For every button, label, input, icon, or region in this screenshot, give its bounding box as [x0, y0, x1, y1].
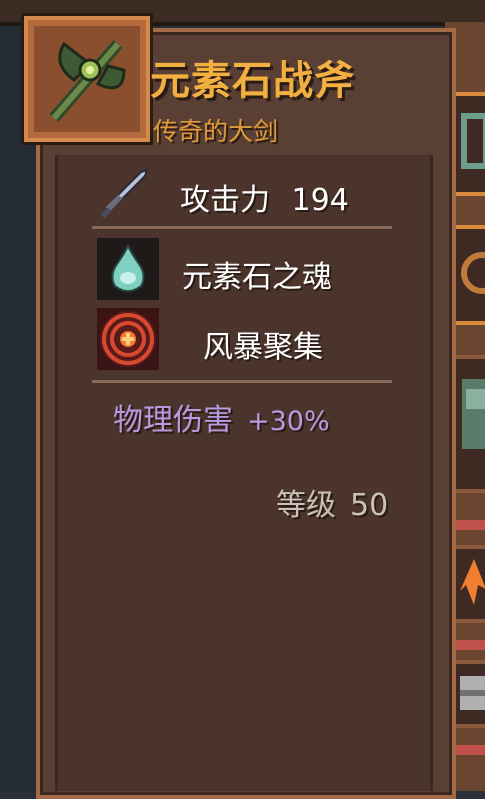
level-value: 50 [350, 488, 389, 523]
axe-icon [49, 40, 126, 122]
skill-icon-frame[interactable] [97, 308, 159, 370]
damage-bonus: 物理伤害 +30% [113, 395, 330, 439]
item-level: 等级 50 [276, 480, 388, 524]
divider [92, 380, 392, 383]
item-name: 元素石战斧 [150, 58, 355, 104]
bonus-label: 物理伤害 [113, 403, 233, 438]
attack-value: 194 [291, 183, 349, 218]
item-rarity-type: 传奇的大剑 [153, 117, 279, 146]
inventory-slot-4[interactable] [452, 545, 485, 623]
ring-icon [461, 252, 485, 294]
armor-icon [462, 379, 485, 449]
inventory-slot-5[interactable] [452, 660, 485, 728]
inventory-bar [452, 640, 485, 650]
soul-orb-icon [111, 243, 145, 292]
chest-icon [460, 676, 485, 710]
level-label: 等级 [276, 488, 336, 523]
divider [92, 226, 392, 229]
attack-stat: 攻击力 194 [180, 175, 349, 219]
inventory-bar [452, 745, 485, 755]
fire-icon [460, 559, 485, 605]
inventory-slot-1[interactable] [452, 92, 485, 196]
sword-icon [100, 168, 149, 219]
chain-icon [461, 113, 485, 169]
bonus-value: +30% [247, 406, 330, 437]
inventory-bar [452, 520, 485, 530]
attack-label: 攻击力 [180, 183, 270, 218]
item-icon-frame[interactable] [24, 16, 150, 142]
skill-name: 风暴聚集 [203, 330, 323, 365]
inventory-slot-3[interactable] [452, 355, 485, 493]
skill-icon-frame[interactable] [97, 238, 159, 300]
inventory-slot-2[interactable] [452, 225, 485, 325]
skill-name: 元素石之魂 [182, 260, 332, 295]
storm-target-icon [100, 311, 156, 367]
